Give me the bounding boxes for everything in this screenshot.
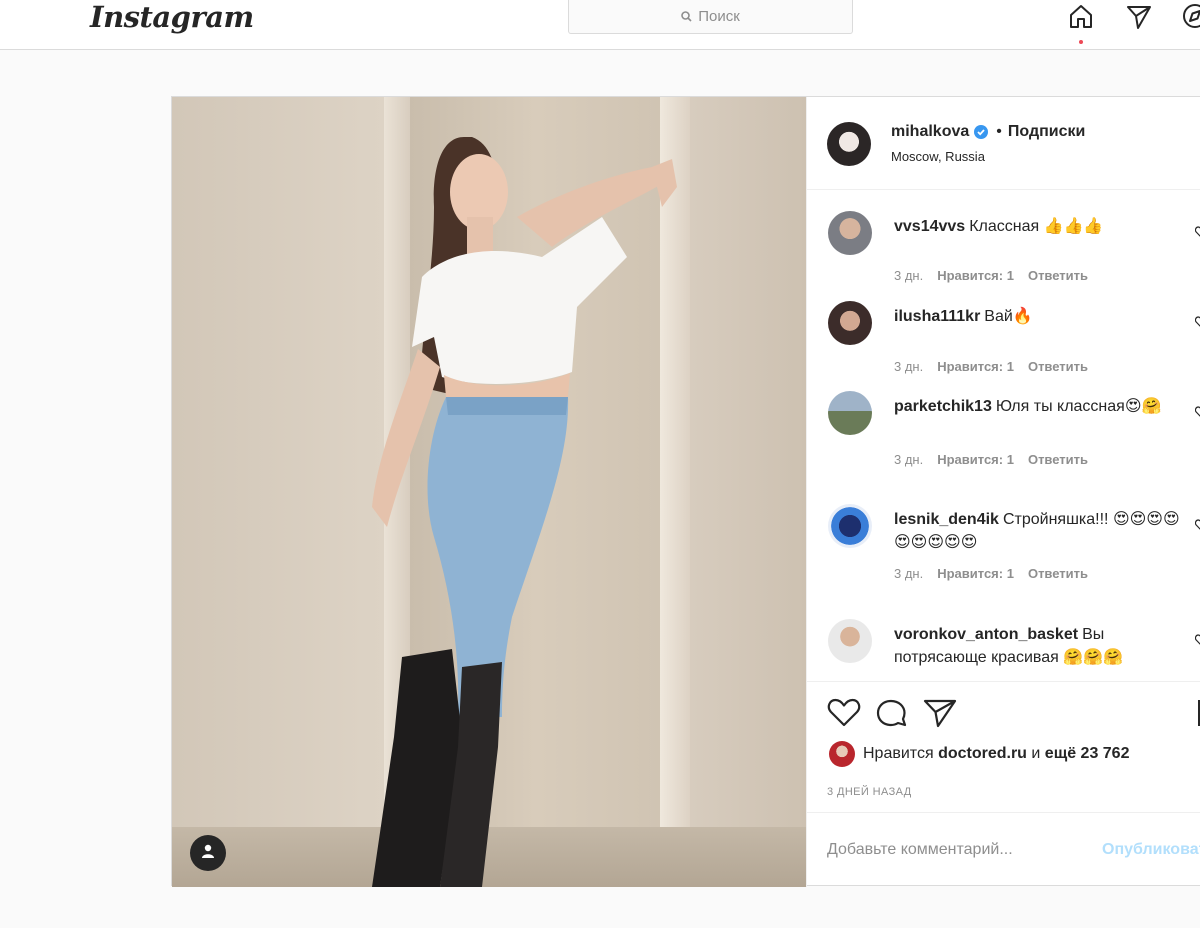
comment-time[interactable]: 3 дн.: [894, 452, 923, 467]
post-actions: Нравится doctored.ru и ещё 23 762 3 ДНЕЙ…: [807, 681, 1200, 811]
comment-likes[interactable]: Нравится: 1: [937, 566, 1014, 581]
heart-icon[interactable]: [1194, 405, 1200, 423]
comment-body: Классная 👍👍👍: [969, 218, 1104, 235]
post-card: mihalkova • Подписки Moscow, Russia vvs1…: [171, 96, 1200, 887]
home-icon[interactable]: [1066, 1, 1096, 31]
comment-meta: 3 дн. Нравится: 1 Ответить: [894, 452, 1088, 467]
likes-prefix: Нравится: [863, 745, 934, 762]
heart-icon[interactable]: [1194, 518, 1200, 536]
comment-meta: 3 дн. Нравится: 1 Ответить: [894, 566, 1088, 581]
commenter-avatar[interactable]: [828, 301, 872, 345]
comment-text: ilusha111kr Вай🔥: [894, 305, 1184, 328]
reply-button[interactable]: Ответить: [1028, 268, 1088, 283]
comment-body: Вай🔥: [984, 308, 1033, 325]
comments-list[interactable]: vvs14vvs Классная 👍👍👍 3 дн. Нравится: 1 Отв…: [807, 191, 1200, 681]
reply-button[interactable]: Ответить: [1028, 452, 1088, 467]
share-icon[interactable]: [923, 698, 957, 733]
likes-summary: Нравится doctored.ru и ещё 23 762: [829, 741, 1129, 767]
comment-text: lesnik_den4ik Стройняшка!!! 😍😍😍😍😍😍😍😍😍: [894, 508, 1184, 554]
commenter-avatar[interactable]: [828, 211, 872, 255]
reply-button[interactable]: Ответить: [1028, 359, 1088, 374]
author-avatar[interactable]: [827, 122, 871, 166]
comment-text: vvs14vvs Классная 👍👍👍: [894, 215, 1184, 238]
comment-likes[interactable]: Нравится: 1: [937, 452, 1014, 467]
comment-time[interactable]: 3 дн.: [894, 359, 923, 374]
instagram-logo[interactable]: Instagram: [90, 0, 254, 34]
post-location[interactable]: Moscow, Russia: [891, 149, 985, 164]
top-navigation: Instagram Поиск: [0, 0, 1200, 50]
commenter-avatar[interactable]: [828, 504, 872, 548]
comment-time[interactable]: 3 дн.: [894, 566, 923, 581]
following-button[interactable]: Подписки: [1008, 123, 1085, 141]
comment-likes[interactable]: Нравится: 1: [937, 268, 1014, 283]
comment-body: Юля ты классная😍🤗: [995, 398, 1162, 415]
author-line: mihalkova • Подписки: [891, 123, 1085, 141]
user-tag-button[interactable]: [190, 835, 226, 871]
post-date[interactable]: 3 ДНЕЙ НАЗАД: [827, 786, 912, 798]
search-box[interactable]: Поиск: [568, 0, 853, 34]
likes-middle: и: [1031, 745, 1041, 762]
reply-button[interactable]: Ответить: [1028, 566, 1088, 581]
verified-badge-icon: [974, 125, 989, 139]
commenter-avatar[interactable]: [828, 391, 872, 435]
search-icon: [681, 11, 692, 22]
explore-icon[interactable]: [1180, 1, 1200, 31]
likes-count[interactable]: ещё 23 762: [1045, 745, 1130, 763]
like-heart-icon[interactable]: [827, 698, 861, 733]
post-photo[interactable]: [172, 97, 806, 887]
post-sidebar: mihalkova • Подписки Moscow, Russia vvs1…: [806, 97, 1200, 887]
action-icons: [827, 698, 957, 733]
notification-dot: [1079, 40, 1083, 44]
comment-username[interactable]: voronkov_anton_basket: [894, 626, 1078, 643]
commenter-avatar[interactable]: [828, 619, 872, 663]
comment-username[interactable]: ilusha111kr: [894, 308, 980, 325]
heart-icon[interactable]: [1194, 225, 1200, 243]
post-header: mihalkova • Подписки Moscow, Russia: [807, 97, 1200, 190]
person-icon: [200, 843, 216, 864]
header-separator: •: [996, 123, 1002, 140]
photo-figure: [372, 137, 677, 887]
publish-button[interactable]: Опубликовать: [1102, 835, 1200, 865]
add-comment-bar: Опубликовать: [807, 812, 1200, 887]
comment-text: voronkov_anton_basket Вы потрясающе краси…: [894, 623, 1184, 669]
direct-icon[interactable]: [1124, 1, 1154, 31]
comment-username[interactable]: vvs14vvs: [894, 218, 965, 235]
liker-username[interactable]: doctored.ru: [938, 745, 1027, 763]
author-username[interactable]: mihalkova: [891, 123, 969, 141]
comment-meta: 3 дн. Нравится: 1 Ответить: [894, 268, 1088, 283]
comment-likes[interactable]: Нравится: 1: [937, 359, 1014, 374]
comment-text: parketchik13 Юля ты классная😍🤗: [894, 395, 1184, 418]
heart-icon[interactable]: [1194, 633, 1200, 651]
liker-avatar[interactable]: [829, 741, 855, 767]
comment-username[interactable]: parketchik13: [894, 398, 992, 415]
comment-bubble-icon[interactable]: [875, 698, 909, 733]
search-placeholder: Поиск: [698, 8, 740, 25]
heart-icon[interactable]: [1194, 315, 1200, 333]
comment-meta: 3 дн. Нравится: 1 Ответить: [894, 359, 1088, 374]
comment-input[interactable]: [827, 835, 1087, 865]
comment-username[interactable]: lesnik_den4ik: [894, 511, 999, 528]
comment-time[interactable]: 3 дн.: [894, 268, 923, 283]
